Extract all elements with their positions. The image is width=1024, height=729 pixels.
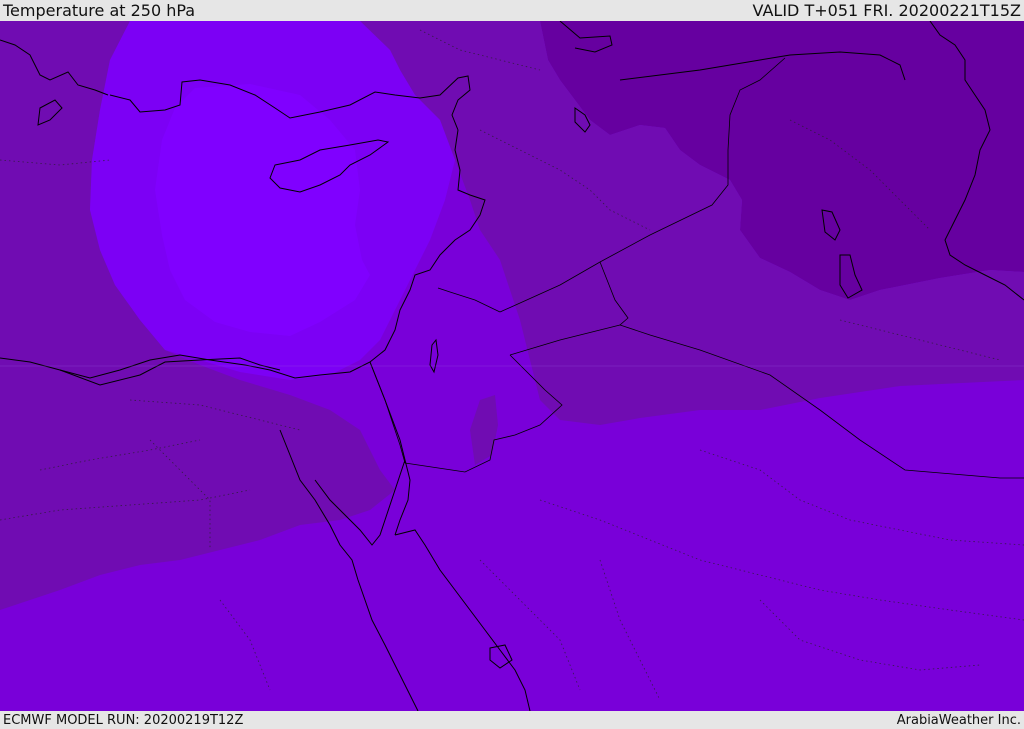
map-canvas[interactable] bbox=[0, 21, 1024, 711]
model-run-label: ECMWF MODEL RUN: 20200219T12Z bbox=[3, 712, 244, 728]
map-panel[interactable] bbox=[0, 21, 1024, 711]
map-title: Temperature at 250 hPa bbox=[3, 1, 196, 20]
footer-bar: ECMWF MODEL RUN: 20200219T12Z ArabiaWeat… bbox=[0, 711, 1024, 729]
credit-label: ArabiaWeather Inc. bbox=[896, 712, 1021, 728]
header-bar: Temperature at 250 hPa VALID T+051 FRI. … bbox=[0, 0, 1024, 21]
valid-time: VALID T+051 FRI. 20200221T15Z bbox=[752, 1, 1021, 20]
